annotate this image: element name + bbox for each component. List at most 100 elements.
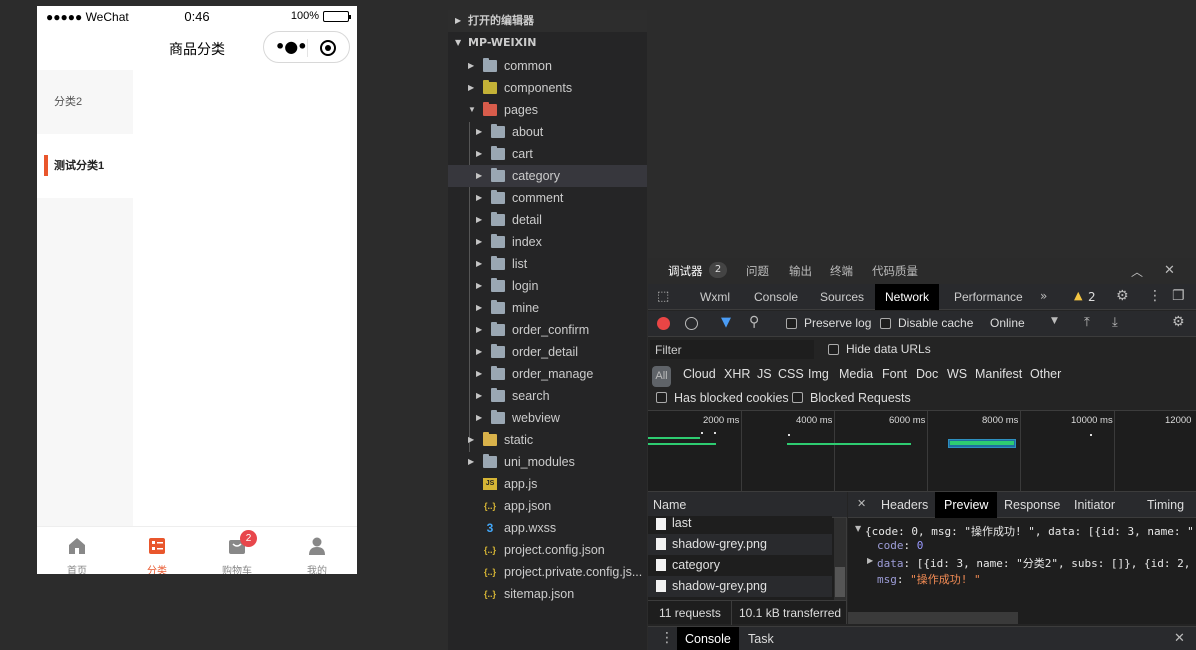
menu-capsule[interactable]: •●• <box>263 31 350 63</box>
chevron-right-icon[interactable]: ▶ <box>476 143 482 165</box>
type-ws[interactable]: WS <box>947 367 967 381</box>
tree-folder[interactable]: ▶ webview <box>448 407 647 429</box>
network-timeline[interactable]: 2000 ms 4000 ms 6000 ms 8000 ms 10000 ms… <box>648 410 1196 493</box>
tree-folder[interactable]: ▼ pages <box>448 99 647 121</box>
category-item[interactable]: 分类2 <box>37 70 133 134</box>
search-icon[interactable]: ⚲ <box>749 314 759 330</box>
tab-problems[interactable]: 问题 <box>746 263 769 279</box>
type-other[interactable]: Other <box>1030 367 1061 381</box>
drawer-menu-icon[interactable]: ⋮ <box>660 630 674 646</box>
type-xhr[interactable]: XHR <box>724 367 750 381</box>
tree-folder[interactable]: ▶ common <box>448 55 647 77</box>
filter-input[interactable]: Filter <box>655 343 682 357</box>
tree-folder[interactable]: ▶ order_detail <box>448 341 647 363</box>
tab-category[interactable]: 分类 <box>117 527 197 574</box>
close-drawer-icon[interactable]: ✕ <box>1174 631 1185 646</box>
tree-folder[interactable]: ▶ order_manage <box>448 363 647 385</box>
tree-folder[interactable]: ▶ mine <box>448 297 647 319</box>
tab-code-quality[interactable]: 代码质量 <box>872 263 918 279</box>
kebab-menu-icon[interactable]: ⋮ <box>1148 288 1162 304</box>
chevron-right-icon[interactable]: ▶ <box>476 231 482 253</box>
disable-cache-checkbox[interactable] <box>880 318 891 329</box>
tab-terminal[interactable]: 终端 <box>830 263 853 279</box>
preserve-log-checkbox[interactable] <box>786 318 797 329</box>
settings-icon[interactable]: ⚙ <box>1116 288 1129 304</box>
chevron-right-icon[interactable]: ▶ <box>476 275 482 297</box>
request-row[interactable]: last <box>648 516 832 532</box>
warning-icon[interactable]: ▲ <box>1074 289 1082 302</box>
hide-data-urls-checkbox[interactable] <box>828 344 839 355</box>
tree-file[interactable]: {..} app.json <box>448 495 647 517</box>
chevron-right-icon[interactable]: ▶ <box>476 165 482 187</box>
tree-folder[interactable]: ▶ about <box>448 121 647 143</box>
tab-response[interactable]: Response <box>1004 492 1060 518</box>
type-all[interactable]: All <box>652 366 671 387</box>
chevron-right-icon[interactable]: ▶ <box>468 55 474 77</box>
more-tabs-icon[interactable]: » <box>1040 289 1047 303</box>
throttle-select[interactable]: Online <box>990 316 1025 330</box>
type-font[interactable]: Font <box>882 367 907 381</box>
type-manifest[interactable]: Manifest <box>975 367 1022 381</box>
tree-folder[interactable]: ▶ comment <box>448 187 647 209</box>
type-img[interactable]: Img <box>808 367 829 381</box>
tab-wxml[interactable]: Wxml <box>700 284 730 310</box>
chevron-right-icon[interactable]: ▶ <box>476 121 482 143</box>
chevron-right-icon[interactable]: ▶ <box>476 385 482 407</box>
expand-down-icon[interactable]: ▼ <box>855 524 861 533</box>
upload-icon[interactable]: ⤒ <box>1084 315 1090 330</box>
tab-sources[interactable]: Sources <box>820 284 864 310</box>
chevron-right-icon[interactable]: ▶ <box>476 341 482 363</box>
tab-console[interactable]: Console <box>754 284 798 310</box>
expand-right-icon[interactable]: ▶ <box>867 556 873 565</box>
chevron-right-icon[interactable]: ▶ <box>476 407 482 429</box>
chevron-right-icon[interactable]: ▶ <box>476 187 482 209</box>
project-section[interactable]: ▼ MP-WEIXIN <box>448 32 647 54</box>
chevron-right-icon[interactable]: ▶ <box>468 77 474 99</box>
request-row[interactable]: category <box>648 555 832 576</box>
category-item-active[interactable]: 测试分类1 <box>37 134 133 198</box>
chevron-up-icon[interactable]: ︿ <box>1131 263 1143 280</box>
clear-icon[interactable] <box>685 317 698 330</box>
filter-icon[interactable]: ▼ <box>721 315 731 330</box>
tab-drawer-console[interactable]: Console <box>677 627 739 650</box>
type-media[interactable]: Media <box>839 367 873 381</box>
tree-file[interactable]: 3 app.wxss <box>448 517 647 539</box>
tree-file[interactable]: {..} project.config.json <box>448 539 647 561</box>
chevron-right-icon[interactable]: ▶ <box>468 451 474 473</box>
close-mini-program-icon[interactable] <box>320 40 336 56</box>
tree-folder[interactable]: ▶ category <box>448 165 647 187</box>
tree-file[interactable]: {..} project.private.config.js... <box>448 561 647 583</box>
horizontal-scrollbar[interactable] <box>848 612 1018 624</box>
tree-file[interactable]: JS app.js <box>448 473 647 495</box>
chevron-right-icon[interactable]: ▶ <box>468 429 474 451</box>
tab-network[interactable]: Network <box>875 284 940 310</box>
tab-debugger[interactable]: 调试器 <box>668 263 703 279</box>
network-settings-icon[interactable]: ⚙ <box>1172 314 1185 330</box>
tab-performance[interactable]: Performance <box>954 284 1023 310</box>
undock-icon[interactable]: ❐ <box>1172 288 1185 304</box>
tree-folder[interactable]: ▶ order_confirm <box>448 319 647 341</box>
type-cloud[interactable]: Cloud <box>683 367 716 381</box>
chevron-right-icon[interactable]: ▶ <box>476 209 482 231</box>
chevron-right-icon[interactable]: ▶ <box>476 297 482 319</box>
download-icon[interactable]: ⤓ <box>1112 315 1118 330</box>
tab-output[interactable]: 输出 <box>789 263 812 279</box>
inspect-element-icon[interactable]: ⬚ <box>657 289 669 304</box>
close-icon[interactable]: ✕ <box>1164 263 1175 278</box>
tab-timing[interactable]: Timing <box>1147 492 1184 518</box>
type-css[interactable]: CSS <box>778 367 804 381</box>
request-row[interactable]: shadow-grey.png <box>648 534 832 555</box>
tab-cart[interactable]: 购物车 <box>197 527 277 574</box>
tree-folder[interactable]: ▶ components <box>448 77 647 99</box>
tab-initiator[interactable]: Initiator <box>1074 492 1115 518</box>
tab-mine[interactable]: 我的 <box>277 527 357 574</box>
chevron-down-icon[interactable]: ▼ <box>1051 316 1058 326</box>
tree-folder[interactable]: ▶ list <box>448 253 647 275</box>
scrollbar-thumb[interactable] <box>835 567 845 597</box>
tab-headers[interactable]: Headers <box>881 492 928 518</box>
open-editors-section[interactable]: ▶ 打开的编辑器 <box>448 10 647 32</box>
close-detail-icon[interactable]: ✕ <box>857 497 866 510</box>
tree-folder[interactable]: ▶ static <box>448 429 647 451</box>
blocked-requests-checkbox[interactable] <box>792 392 803 403</box>
chevron-right-icon[interactable]: ▶ <box>476 319 482 341</box>
